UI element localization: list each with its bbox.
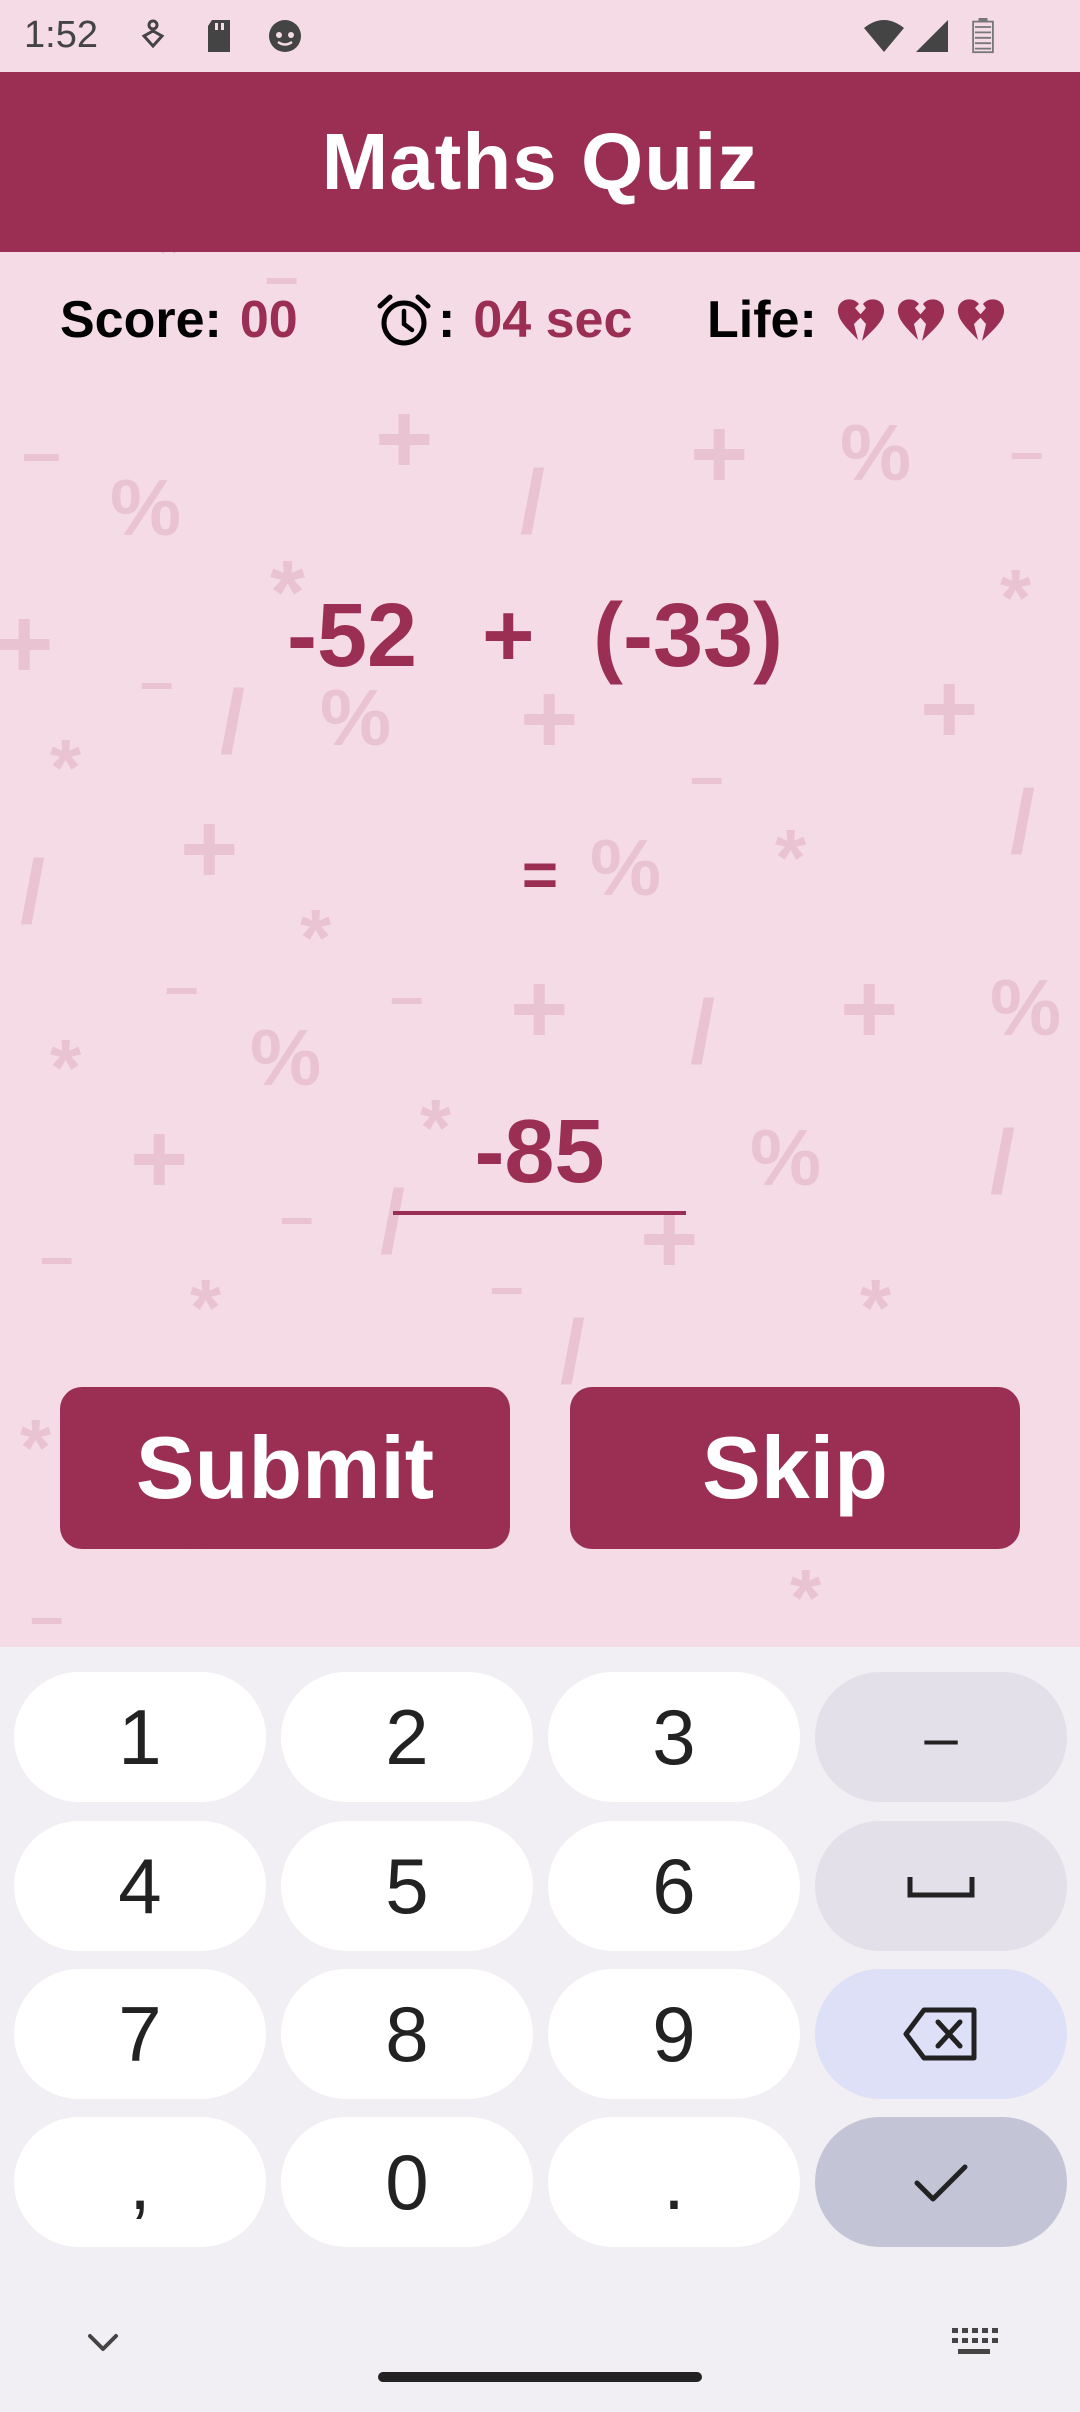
- numeric-keyboard: 1 2 3 – 4 5 6 7 8 9 , 0 .: [0, 1647, 1080, 2412]
- app-bar: Maths Quiz: [0, 72, 1080, 252]
- keyboard-switch-icon[interactable]: [948, 2322, 1000, 2362]
- status-bar: 1:52: [0, 0, 1080, 72]
- key-0[interactable]: 0: [281, 2117, 533, 2247]
- key-3[interactable]: 3: [548, 1672, 800, 1802]
- key-6[interactable]: 6: [548, 1821, 800, 1951]
- timer-separator: :: [438, 291, 456, 349]
- equals-sign: =: [521, 841, 559, 910]
- key-space[interactable]: [815, 1821, 1067, 1951]
- submit-button[interactable]: Submit: [60, 1387, 510, 1549]
- life-label: Life:: [707, 291, 817, 349]
- broken-heart-icon: [837, 299, 884, 341]
- question-expression: -52 + (-33): [0, 585, 1080, 695]
- key-done[interactable]: [815, 2117, 1067, 2247]
- status-time: 1:52: [24, 14, 98, 56]
- key-period[interactable]: .: [548, 2117, 800, 2247]
- key-minus[interactable]: –: [815, 1672, 1067, 1802]
- key-9[interactable]: 9: [548, 1969, 800, 2099]
- answer-input[interactable]: -85: [393, 1090, 686, 1215]
- key-7[interactable]: 7: [14, 1969, 266, 2099]
- wifi-icon: [864, 20, 904, 52]
- checkmark-icon: [914, 2164, 968, 2202]
- space-bar-icon: [907, 1877, 975, 1898]
- life-display: Life:: [707, 290, 1007, 350]
- lives-hearts: [835, 296, 1007, 344]
- timer-value: 04 sec: [473, 291, 633, 349]
- app-title: Maths Quiz: [321, 117, 759, 206]
- key-1[interactable]: 1: [14, 1672, 266, 1802]
- gesture-home-bar[interactable]: [378, 2372, 702, 2382]
- score-value: 00: [239, 291, 298, 349]
- timer-display: : 04 sec: [376, 290, 632, 350]
- sd-card-icon: [208, 20, 230, 52]
- cellular-signal-icon: [916, 20, 948, 52]
- key-5[interactable]: 5: [281, 1821, 533, 1951]
- key-4[interactable]: 4: [14, 1821, 266, 1951]
- backspace-icon: [903, 2007, 977, 2061]
- key-8[interactable]: 8: [281, 1969, 533, 2099]
- operand-1: -52: [287, 586, 418, 686]
- score-label: Score:: [60, 291, 222, 349]
- app-notification-icon: [269, 20, 301, 52]
- broken-heart-icon: [957, 299, 1004, 341]
- broken-heart-icon: [897, 299, 944, 341]
- battery-icon: [972, 18, 994, 54]
- alarm-clock-icon: [377, 294, 431, 346]
- skip-button[interactable]: Skip: [570, 1387, 1020, 1549]
- key-backspace[interactable]: [815, 1969, 1067, 2099]
- key-2[interactable]: 2: [281, 1672, 533, 1802]
- operand-2: (-33): [593, 586, 784, 686]
- operator: +: [482, 586, 535, 686]
- score-display: Score: 00: [60, 290, 298, 350]
- accessibility-icon: [141, 19, 165, 49]
- key-comma[interactable]: ,: [14, 2117, 266, 2247]
- keyboard-collapse-icon[interactable]: [78, 2322, 128, 2362]
